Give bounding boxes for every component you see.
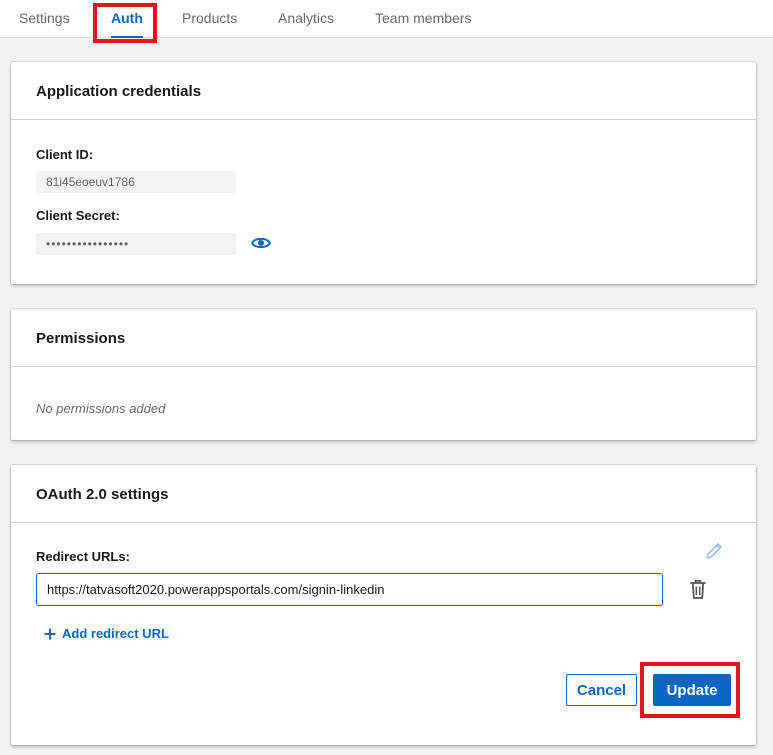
redirect-url-input[interactable] [36, 573, 663, 606]
tab-auth[interactable]: Auth [111, 0, 143, 38]
tab-team-members[interactable]: Team members [375, 0, 471, 37]
permissions-card: Permissions No permissions added [11, 309, 756, 440]
eye-icon[interactable] [251, 235, 271, 251]
add-redirect-url-link[interactable]: Add redirect URL [44, 626, 169, 641]
tab-products[interactable]: Products [182, 0, 237, 37]
tab-settings[interactable]: Settings [19, 0, 70, 37]
plus-icon [44, 628, 56, 639]
update-button[interactable]: Update [653, 674, 731, 706]
pencil-icon[interactable] [703, 540, 725, 562]
tab-bar: Settings Auth Products Analytics Team me… [0, 0, 773, 38]
trash-icon[interactable] [688, 578, 708, 600]
client-secret-label: Client Secret: [36, 208, 120, 223]
add-redirect-url-label: Add redirect URL [62, 626, 169, 641]
no-permissions-text: No permissions added [36, 401, 166, 416]
client-id-field[interactable]: 81i45eoeuv1786 [36, 171, 236, 193]
oauth-settings-title: OAuth 2.0 settings [11, 465, 756, 523]
client-id-label: Client ID: [36, 147, 94, 162]
redirect-urls-label: Redirect URLs: [36, 549, 130, 564]
permissions-title: Permissions [11, 309, 756, 367]
tab-analytics[interactable]: Analytics [278, 0, 334, 37]
oauth-settings-card: OAuth 2.0 settings Redirect URLs: Add re… [11, 465, 756, 745]
application-credentials-card: Application credentials Client ID: 81i45… [11, 62, 756, 284]
cancel-button[interactable]: Cancel [566, 674, 637, 706]
client-secret-field[interactable]: •••••••••••••••• [36, 233, 236, 255]
application-credentials-title: Application credentials [11, 62, 756, 120]
